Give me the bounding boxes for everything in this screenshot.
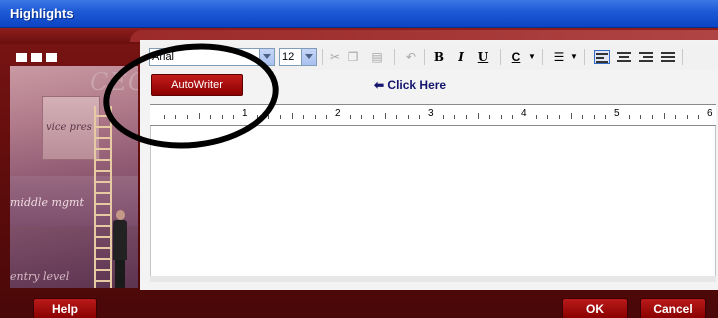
businessman-figure <box>112 210 128 288</box>
ruler-tick <box>326 115 328 119</box>
ruler-tick <box>419 115 421 119</box>
editor-bottom-bar <box>150 276 716 282</box>
ruler-tick <box>279 115 281 119</box>
ruler-tick <box>593 115 595 119</box>
font-size-value: 12 <box>282 51 295 63</box>
ruler-tick <box>314 115 316 119</box>
ruler-tick <box>442 115 444 119</box>
window-controls <box>16 53 57 62</box>
title-bar: Highlights <box>0 0 718 28</box>
ruler-tick <box>512 115 514 119</box>
click-here-text: Click Here <box>387 78 447 92</box>
ruler-tick <box>535 115 537 119</box>
ruler-tick <box>663 113 665 119</box>
window-title: Highlights <box>10 6 74 21</box>
toolbar-separator <box>322 49 323 65</box>
bullet-list-button[interactable]: ☰ <box>552 48 566 66</box>
ok-button[interactable]: OK <box>562 298 628 318</box>
click-here-hint: ⬅ Click Here <box>374 78 446 92</box>
ruler-number: 6 <box>707 108 713 119</box>
ruler-tick <box>605 115 607 119</box>
ladder-graphic <box>94 106 112 288</box>
toolbar-separator <box>424 49 425 65</box>
window-control-dot[interactable] <box>31 53 42 62</box>
chevron-down-icon[interactable]: ▼ <box>528 48 536 66</box>
ruler-number: 3 <box>428 108 434 119</box>
cancel-button[interactable]: Cancel <box>640 298 706 318</box>
text-editor-area[interactable] <box>150 126 716 276</box>
ruler-tick <box>628 115 630 119</box>
align-left-button[interactable] <box>594 50 610 64</box>
toolbar-separator <box>542 49 543 65</box>
ruler-tick <box>477 113 479 119</box>
ruler-tick <box>675 115 677 119</box>
ruler-tick <box>547 115 549 119</box>
highlights-window: Highlights CEO vice pres middle mgmt ent… <box>0 0 718 318</box>
ruler-tick <box>349 115 351 119</box>
italic-button[interactable]: I <box>454 48 468 66</box>
ruler-tick <box>640 115 642 119</box>
undo-icon[interactable]: ↶ <box>404 48 418 66</box>
ruler-tick <box>651 115 653 119</box>
chevron-down-icon[interactable] <box>301 49 316 65</box>
ruler-tick <box>303 115 305 119</box>
justify-button[interactable] <box>660 50 676 64</box>
ruler-tick <box>407 115 409 119</box>
window-control-dot[interactable] <box>46 53 57 62</box>
chevron-down-icon[interactable]: ▼ <box>570 48 578 66</box>
toolbar-separator <box>394 49 395 65</box>
copy-icon[interactable]: ❐ <box>346 48 360 66</box>
ruler-tick <box>558 115 560 119</box>
window-control-dot[interactable] <box>16 53 27 62</box>
ruler-number: 4 <box>521 108 527 119</box>
ruler-tick <box>698 115 700 119</box>
arrow-left-icon: ⬅ <box>374 78 385 92</box>
align-right-button[interactable] <box>638 50 654 64</box>
art-vp-text: vice pres <box>46 122 92 133</box>
art-mm-text: middle mgmt <box>10 196 84 209</box>
underline-button[interactable]: U <box>476 48 490 66</box>
ruler-tick <box>489 115 491 119</box>
ruler-tick <box>268 115 270 119</box>
font-color-button[interactable]: C <box>508 48 524 66</box>
ruler-number: 5 <box>614 108 620 119</box>
ruler-tick <box>686 115 688 119</box>
paste-icon[interactable]: ▤ <box>370 48 384 66</box>
toolbar-separator <box>584 49 585 65</box>
ruler-tick <box>361 115 363 119</box>
align-center-button[interactable] <box>616 50 632 64</box>
ruler-tick <box>454 115 456 119</box>
bold-button[interactable]: B <box>432 48 446 66</box>
help-button[interactable]: Help <box>33 298 97 318</box>
ruler-tick <box>500 115 502 119</box>
ruler-tick <box>582 115 584 119</box>
toolbar-separator <box>682 49 683 65</box>
art-el-text: entry level <box>10 270 70 283</box>
ruler-tick <box>291 113 293 119</box>
ruler-tick <box>465 115 467 119</box>
font-size-select[interactable]: 12 <box>279 48 317 66</box>
toolbar-separator <box>500 49 501 65</box>
ruler-tick <box>372 115 374 119</box>
ruler-tick <box>570 113 572 119</box>
ruler-number: 2 <box>335 108 341 119</box>
scissors-icon[interactable]: ✂ <box>328 48 342 66</box>
ruler-tick <box>384 113 386 119</box>
ruler-tick <box>396 115 398 119</box>
